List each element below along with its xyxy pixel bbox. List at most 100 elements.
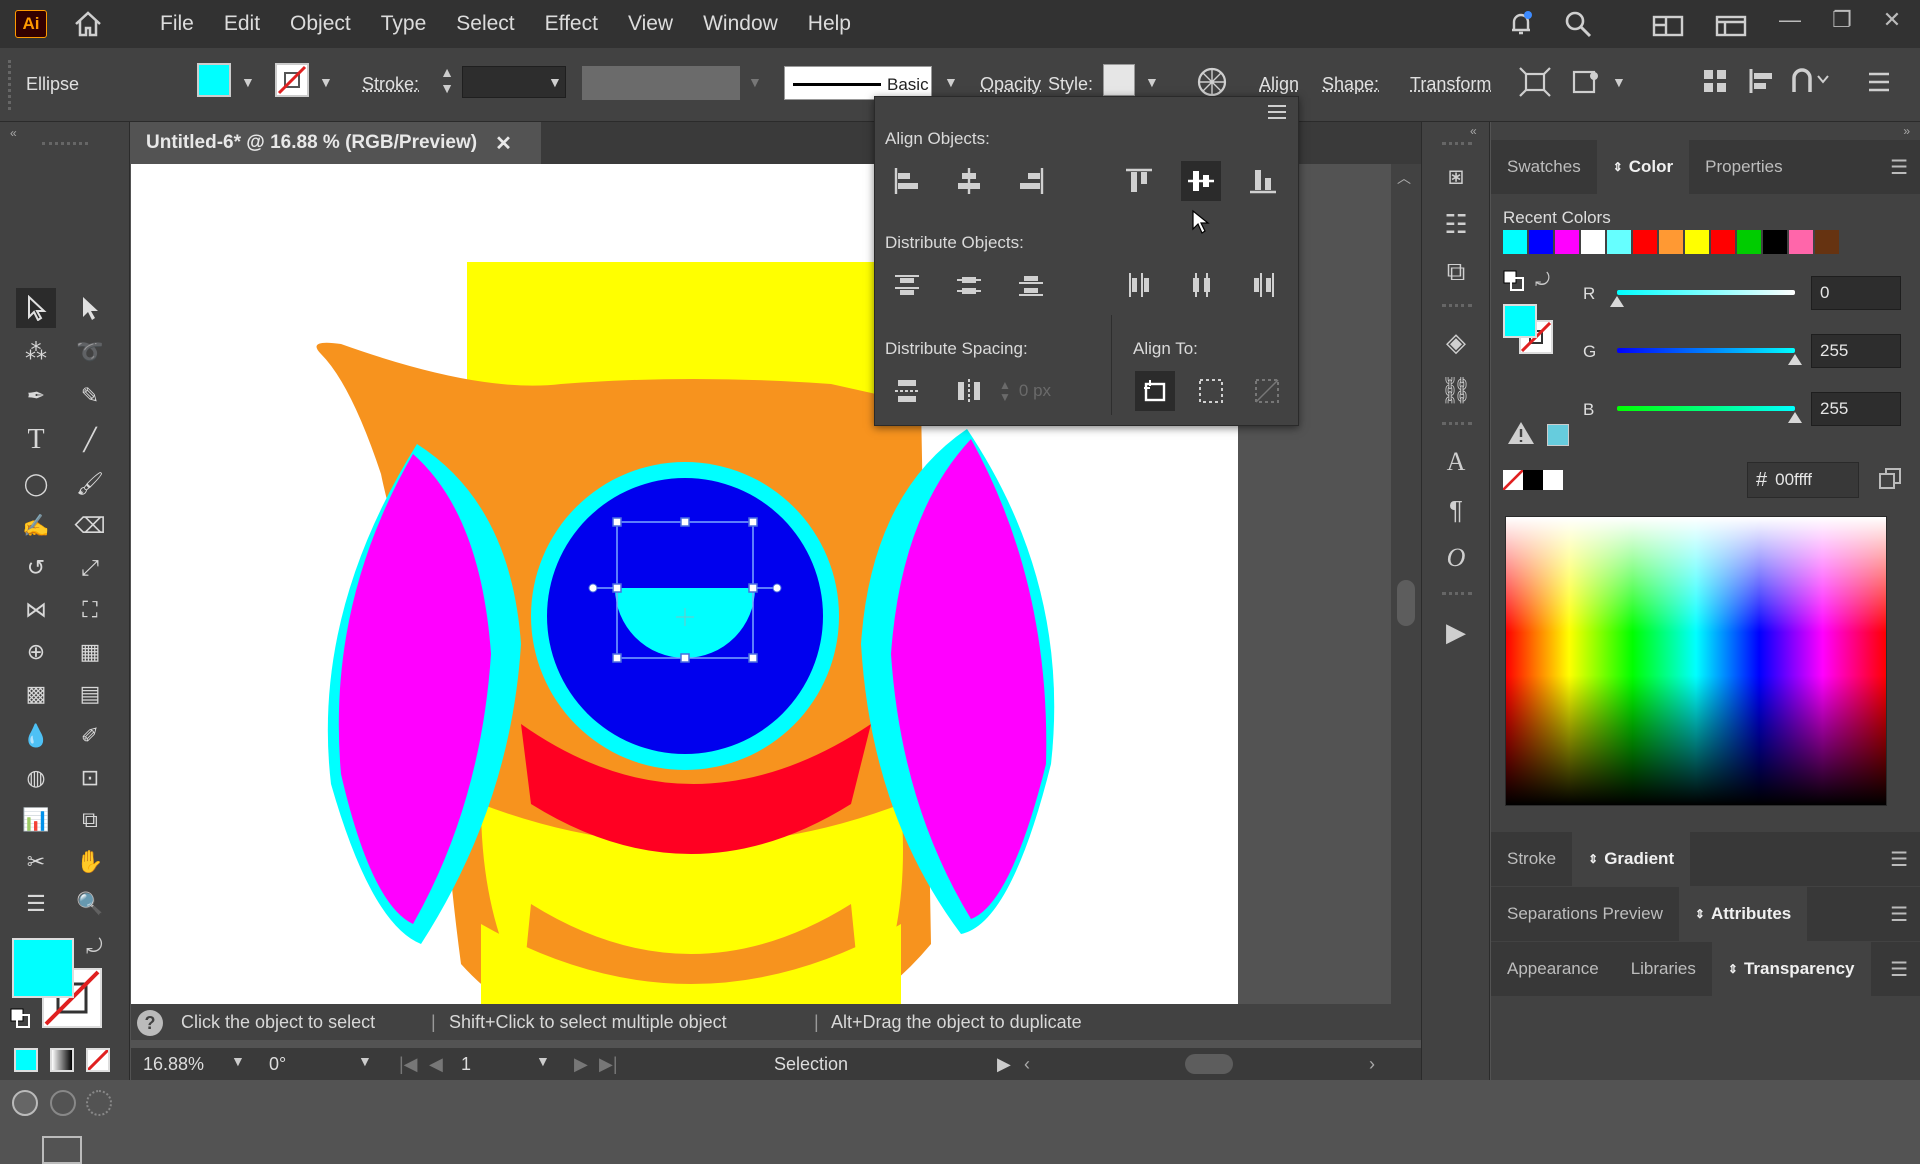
pie-widget-left[interactable] [589, 584, 597, 592]
character-panel-icon[interactable]: A [1436, 442, 1476, 482]
recent-color-swatch[interactable] [1815, 230, 1839, 254]
menu-help[interactable]: Help [793, 0, 866, 48]
recent-color-swatch[interactable] [1763, 230, 1787, 254]
change-screen-mode-icon[interactable] [42, 1136, 82, 1164]
vertical-distribute-center-icon[interactable] [949, 265, 989, 305]
pie-widget-right[interactable] [773, 584, 781, 592]
column-graph-tool-icon[interactable]: 📊 [16, 800, 56, 840]
dock-grip-4[interactable] [1442, 592, 1472, 596]
print-tiling-tool-icon[interactable]: ☰ [16, 884, 56, 924]
recent-color-swatch[interactable] [1737, 230, 1761, 254]
black-color-swatch[interactable] [1523, 470, 1543, 490]
align-panel-menu-icon[interactable] [1266, 103, 1288, 126]
type-tool-icon[interactable]: T [16, 420, 56, 460]
puppet-warp-icon[interactable] [1570, 66, 1604, 103]
graphic-style-swatch[interactable] [1103, 64, 1135, 96]
tab-gradient[interactable]: ⇕ Gradient [1572, 832, 1690, 886]
closest-in-gamut-color[interactable] [1547, 424, 1569, 446]
menu-window[interactable]: Window [688, 0, 793, 48]
swap-colors-icon[interactable]: ⤾ [1535, 270, 1550, 291]
tab-separations-preview[interactable]: Separations Preview [1491, 887, 1679, 941]
scroll-left-icon[interactable]: ‹ [1024, 1054, 1030, 1075]
rotation-value[interactable]: 0° [269, 1054, 286, 1075]
align-left-edges-icon[interactable] [1747, 66, 1777, 101]
default-fill-stroke-icon[interactable] [10, 1008, 30, 1028]
expand-dock-icon[interactable]: » [1903, 124, 1910, 138]
vertical-distribute-top-icon[interactable] [887, 265, 927, 305]
vertical-scrollbar[interactable]: ︿ ﹀ [1391, 164, 1421, 1040]
document-tab[interactable]: Untitled-6* @ 16.88 % (RGB/Preview) ✕ [131, 122, 541, 164]
horizontal-align-right-icon[interactable] [1011, 161, 1051, 201]
g-slider-thumb[interactable] [1788, 354, 1802, 365]
menu-type[interactable]: Type [366, 0, 442, 48]
recent-color-swatch[interactable] [1555, 230, 1579, 254]
search-icon[interactable] [1563, 9, 1593, 44]
vertical-align-bottom-icon[interactable] [1243, 161, 1283, 201]
align-to-artboard-icon[interactable] [1247, 371, 1287, 411]
vertical-align-top-icon[interactable] [1119, 161, 1159, 201]
profile-dropdown-icon[interactable]: ▼ [748, 74, 762, 90]
variable-width-profile[interactable] [582, 66, 740, 100]
puppet-dropdown-icon[interactable]: ▼ [1612, 74, 1626, 90]
tab-appearance[interactable]: Appearance [1491, 942, 1615, 996]
draw-inside-icon[interactable] [86, 1090, 112, 1116]
measure-tool-icon[interactable]: ✐ [70, 716, 110, 756]
recent-color-swatch[interactable] [1711, 230, 1735, 254]
menu-view[interactable]: View [613, 0, 688, 48]
draw-behind-icon[interactable] [50, 1090, 76, 1116]
horizontal-distribute-center-icon[interactable] [1181, 265, 1221, 305]
artboards-panel-icon[interactable]: ⧆ [1436, 156, 1476, 196]
hand-tool-icon[interactable]: ✋ [70, 842, 110, 882]
menu-file[interactable]: File [145, 0, 209, 48]
menu-effect[interactable]: Effect [530, 0, 613, 48]
next-artboard-icon[interactable]: ▶ [574, 1054, 588, 1075]
toolbar-fill-swatch[interactable] [12, 938, 74, 998]
color-panel-fill-swatch[interactable] [1503, 304, 1537, 338]
last-artboard-icon[interactable]: ▶| [599, 1054, 618, 1075]
transform-label[interactable]: Transform [1410, 74, 1491, 95]
stroke-weight-dropdown-icon[interactable]: ▼ [548, 74, 562, 90]
fill-stroke-mini-icon[interactable] [1503, 270, 1527, 294]
close-window-icon[interactable]: ✕ [1872, 0, 1912, 40]
opacity-label[interactable]: Opacity [980, 74, 1041, 95]
r-slider[interactable] [1617, 290, 1795, 310]
tab-swatches[interactable]: Swatches [1491, 140, 1597, 194]
horizontal-align-center-icon[interactable] [949, 161, 989, 201]
zoom-level[interactable]: 16.88% [143, 1054, 204, 1075]
isolate-object-icon[interactable] [1518, 66, 1552, 103]
recent-color-swatch[interactable] [1581, 230, 1605, 254]
gradient-tool-icon[interactable]: ▤ [70, 674, 110, 714]
align-label[interactable]: Align [1259, 74, 1299, 95]
style-dropdown-icon[interactable]: ▼ [1145, 74, 1159, 90]
mesh-tool-icon[interactable]: ▩ [16, 674, 56, 714]
handle-bottom-right[interactable] [749, 654, 757, 662]
vertical-scroll-thumb[interactable] [1397, 580, 1415, 626]
stroke-dropdown-icon[interactable]: ▼ [319, 74, 333, 90]
scroll-right-icon[interactable]: › [1369, 1054, 1375, 1075]
r-slider-thumb[interactable] [1610, 296, 1624, 307]
menu-object[interactable]: Object [275, 0, 366, 48]
horizontal-distribute-left-icon[interactable] [1119, 265, 1159, 305]
home-icon[interactable] [71, 7, 105, 41]
toolbar-grip[interactable] [42, 142, 88, 146]
out-of-gamut-warning-icon[interactable] [1507, 420, 1535, 451]
symbol-sprayer-tool-icon[interactable]: ⊡ [70, 758, 110, 798]
handle-top-center[interactable] [681, 518, 689, 526]
close-document-icon[interactable]: ✕ [495, 131, 512, 156]
eraser-tool-icon[interactable]: ⌫ [70, 506, 110, 546]
scale-tool-icon[interactable]: ⤢ [70, 548, 110, 588]
panel-menu-icon[interactable] [1866, 70, 1892, 99]
eyedropper-tool-icon[interactable]: 💧 [16, 716, 56, 756]
paragraph-panel-icon[interactable]: ¶ [1436, 490, 1476, 530]
align-horizontal-icon[interactable] [1700, 66, 1730, 101]
minimize-icon[interactable]: — [1770, 0, 1810, 40]
recent-color-swatch[interactable] [1633, 230, 1657, 254]
fill-dropdown-icon[interactable]: ▼ [241, 74, 255, 90]
paintbrush-tool-icon[interactable]: 🖌 [70, 464, 110, 504]
zoom-tool-icon[interactable]: 🔍 [70, 884, 110, 924]
shape-builder-tool-icon[interactable]: ⊕ [16, 632, 56, 672]
attributes-panel-menu-icon[interactable]: ☰ [1890, 902, 1908, 927]
vertical-distribute-bottom-icon[interactable] [1011, 265, 1051, 305]
fill-swatch[interactable] [197, 63, 231, 97]
handle-bottom-left[interactable] [613, 654, 621, 662]
